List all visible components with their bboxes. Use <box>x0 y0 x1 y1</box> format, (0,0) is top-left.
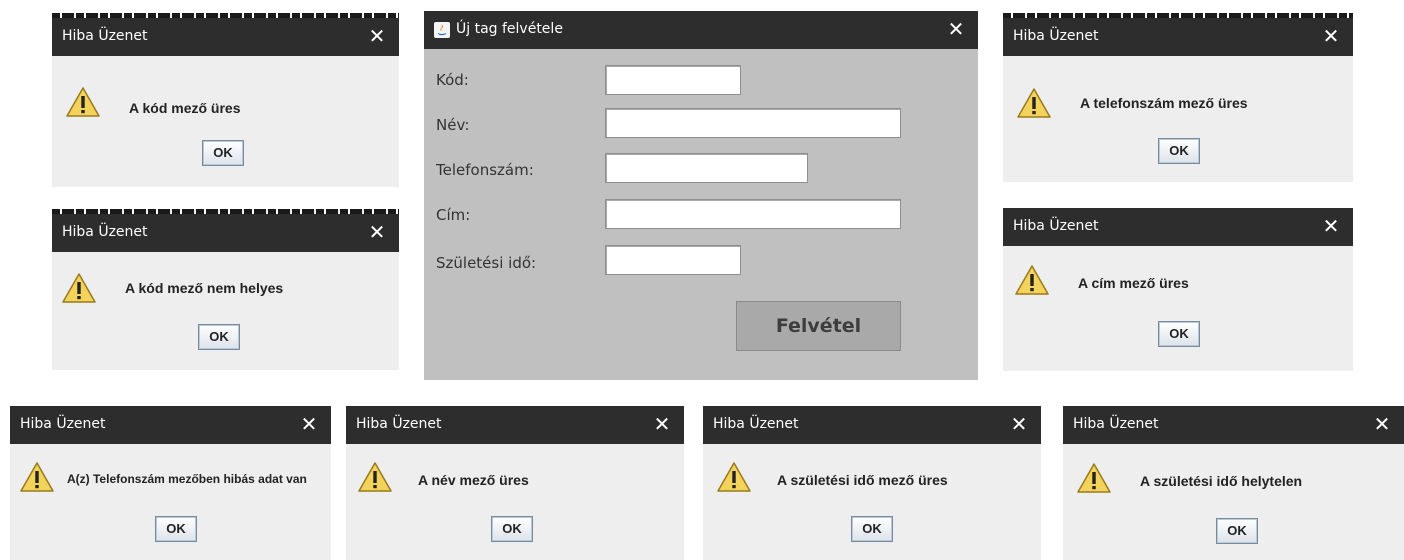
warning-icon <box>1015 265 1049 295</box>
close-icon[interactable]: ✕ <box>650 411 674 437</box>
dialog-titlebar: Hiba Üzenet ✕ <box>10 406 331 444</box>
label-name: Név: <box>436 116 470 134</box>
close-icon[interactable]: ✕ <box>1370 411 1394 437</box>
warning-icon <box>717 462 751 492</box>
dialog-title: Hiba Üzenet <box>62 224 148 240</box>
error-dialog-phone-invalid: Hiba Üzenet ✕ A(z) Telefonszám mezőben h… <box>10 406 331 560</box>
error-message: A születési idő mező üres <box>777 472 948 488</box>
warning-icon <box>20 462 54 492</box>
dialog-title: Hiba Üzenet <box>356 416 442 432</box>
ok-button[interactable]: OK <box>1158 138 1200 164</box>
error-dialog-address-empty: Hiba Üzenet ✕ A cím mező üres OK <box>1003 208 1353 371</box>
close-icon[interactable]: ✕ <box>1319 23 1343 49</box>
ok-button[interactable]: OK <box>851 516 893 542</box>
dialog-titlebar: Hiba Üzenet ✕ <box>52 18 399 56</box>
error-message: A születési idő helytelen <box>1140 473 1303 489</box>
warning-icon <box>62 273 96 303</box>
dialog-titlebar: Hiba Üzenet ✕ <box>52 214 399 252</box>
warning-icon <box>358 462 392 492</box>
form-title: Új tag felvétele <box>456 21 563 37</box>
ok-button[interactable]: OK <box>155 516 197 542</box>
new-member-form-window: Új tag felvétele ✕ Kód: Név: Telefonszám… <box>424 11 978 380</box>
label-phone: Telefonszám: <box>436 161 534 179</box>
address-field[interactable] <box>605 199 901 229</box>
warning-icon <box>66 87 100 117</box>
label-birth-date: Születési idő: <box>436 254 537 272</box>
phone-field[interactable] <box>605 153 808 183</box>
ok-button[interactable]: OK <box>198 324 240 350</box>
ok-button[interactable]: OK <box>1216 518 1258 544</box>
label-code: Kód: <box>436 71 469 89</box>
error-dialog-name-empty: Hiba Üzenet ✕ A név mező üres OK <box>346 406 684 560</box>
dialog-title: Hiba Üzenet <box>62 28 148 44</box>
name-field[interactable] <box>605 108 901 138</box>
error-message: A név mező üres <box>418 472 529 488</box>
error-message: A(z) Telefonszám mezőben hibás adat van <box>67 472 307 486</box>
birth-date-field[interactable] <box>605 245 741 275</box>
dialog-titlebar: Hiba Üzenet ✕ <box>1003 208 1353 246</box>
error-dialog-birth-date-invalid: Hiba Üzenet ✕ A születési idő helytelen … <box>1063 406 1404 560</box>
label-address: Cím: <box>436 206 471 224</box>
close-icon[interactable]: ✕ <box>1007 411 1031 437</box>
ok-button[interactable]: OK <box>491 516 533 542</box>
dialog-titlebar: Hiba Üzenet ✕ <box>346 406 684 444</box>
error-dialog-phone-empty: Hiba Üzenet ✕ A telefonszám mező üres OK <box>1003 18 1353 182</box>
ok-button[interactable]: OK <box>202 140 244 166</box>
error-message: A telefonszám mező üres <box>1080 95 1248 111</box>
close-icon[interactable]: ✕ <box>1319 213 1343 239</box>
ok-button[interactable]: OK <box>1158 321 1200 347</box>
dialog-title: Hiba Üzenet <box>1013 28 1099 44</box>
warning-icon <box>1077 463 1111 493</box>
dialog-titlebar: Hiba Üzenet ✕ <box>703 406 1041 444</box>
code-field[interactable] <box>605 65 741 95</box>
submit-button[interactable]: Felvétel <box>736 301 901 351</box>
warning-icon <box>1017 88 1051 118</box>
close-icon[interactable]: ✕ <box>944 16 968 42</box>
dialog-titlebar: Hiba Üzenet ✕ <box>1003 18 1353 56</box>
close-icon[interactable]: ✕ <box>297 411 321 437</box>
form-titlebar: Új tag felvétele ✕ <box>424 11 978 49</box>
error-dialog-code-empty: Hiba Üzenet ✕ A kód mező üres OK <box>52 18 399 187</box>
dialog-title: Hiba Üzenet <box>1013 218 1099 234</box>
error-dialog-code-invalid: Hiba Üzenet ✕ A kód mező nem helyes OK <box>52 214 399 370</box>
dialog-title: Hiba Üzenet <box>1073 416 1159 432</box>
close-icon[interactable]: ✕ <box>365 219 389 245</box>
close-icon[interactable]: ✕ <box>365 23 389 49</box>
error-message: A cím mező üres <box>1078 275 1189 291</box>
dialog-title: Hiba Üzenet <box>20 416 106 432</box>
dialog-titlebar: Hiba Üzenet ✕ <box>1063 406 1404 444</box>
java-app-icon <box>434 22 450 38</box>
error-message: A kód mező üres <box>129 100 241 116</box>
error-message: A kód mező nem helyes <box>125 280 284 296</box>
error-dialog-birth-date-empty: Hiba Üzenet ✕ A születési idő mező üres … <box>703 406 1041 560</box>
dialog-title: Hiba Üzenet <box>713 416 799 432</box>
